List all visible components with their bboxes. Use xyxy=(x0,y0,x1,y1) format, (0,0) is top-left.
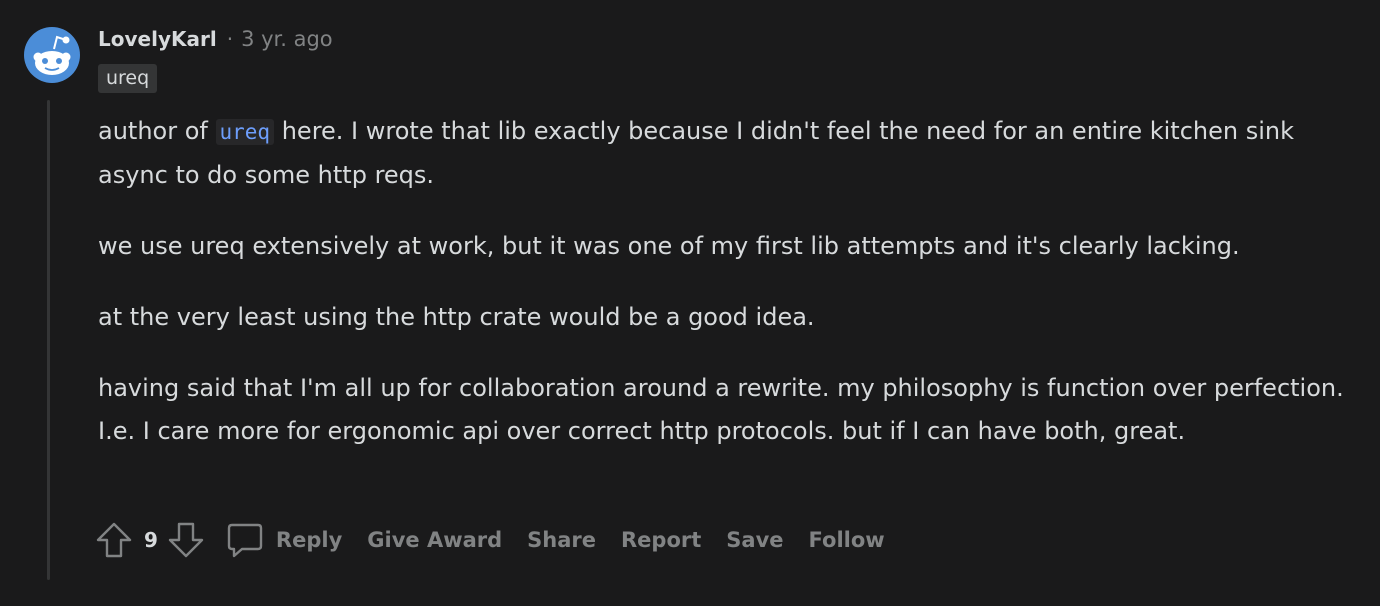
comment-body: author of ureq here. I wrote that lib ex… xyxy=(98,110,1358,481)
downvote-button[interactable] xyxy=(166,520,206,560)
author-name[interactable]: LovelyKarl xyxy=(98,27,217,51)
follow-button[interactable]: Follow xyxy=(809,528,885,552)
inline-code: ureq xyxy=(215,119,275,145)
reply-button[interactable]: Reply xyxy=(226,521,342,559)
user-flair: ureq xyxy=(98,64,158,93)
comment-actions: 9 Reply Give Award Share Report Save Fol… xyxy=(94,518,885,562)
upvote-button[interactable] xyxy=(94,520,134,560)
timestamp[interactable]: 3 yr. ago xyxy=(241,27,333,51)
upvote-arrow-icon xyxy=(96,522,132,558)
share-button[interactable]: Share xyxy=(527,528,596,552)
speech-bubble-icon xyxy=(227,523,263,558)
vote-score: 9 xyxy=(144,528,158,552)
snoo-avatar-icon xyxy=(24,27,80,83)
text: author of xyxy=(98,117,208,145)
text: here. I wrote that lib exactly because I… xyxy=(98,117,1294,189)
paragraph: having said that I'm all up for collabor… xyxy=(98,374,1344,445)
give-award-button[interactable]: Give Award xyxy=(367,528,502,552)
thread-line[interactable] xyxy=(47,100,50,580)
separator-dot: · xyxy=(226,27,234,51)
comment-header: LovelyKarl · 3 yr. ago xyxy=(98,24,333,54)
reply-label: Reply xyxy=(275,528,343,552)
avatar[interactable] xyxy=(24,27,80,83)
paragraph: at the very least using the http crate w… xyxy=(98,303,815,331)
paragraph: we use ureq extensively at work, but it … xyxy=(98,232,1240,260)
downvote-arrow-icon xyxy=(168,522,204,558)
report-button[interactable]: Report xyxy=(621,528,701,552)
paragraph: author of ureq here. I wrote that lib ex… xyxy=(98,110,1358,197)
save-button[interactable]: Save xyxy=(726,528,783,552)
